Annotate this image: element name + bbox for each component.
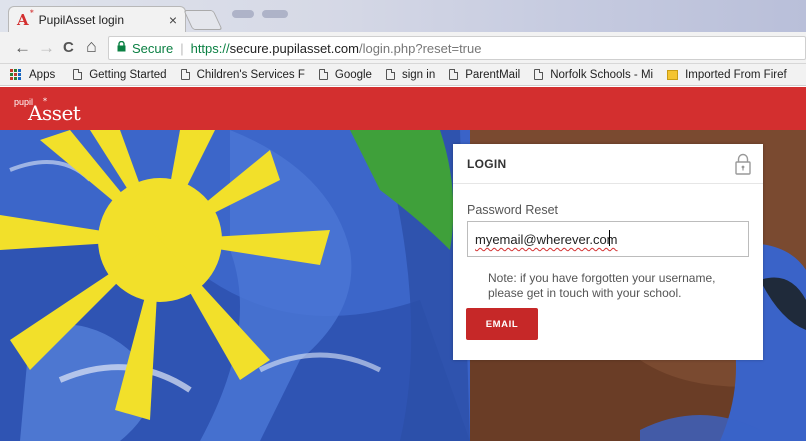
bookmark-sign-in[interactable]: sign in [385,68,436,81]
omnibox-separator: | [180,40,184,56]
blurred-tab-icon [262,10,288,18]
text-caret [609,230,610,246]
login-panel-header: LOGIN [453,144,763,184]
bookmark-childrens-services[interactable]: Children's Services F [180,68,305,81]
secure-lock-icon [117,40,126,55]
browser-toolbar: ← → C ⌂ Secure | https:// secure.pupilas… [0,32,806,64]
bookmark-norfolk-schools[interactable]: Norfolk Schools - Mi [534,69,653,81]
home-icon[interactable]: ⌂ [86,36,97,57]
site-header: pupil * Asset [0,87,806,130]
tab-title: PupilAsset login [38,12,125,27]
pupilasset-favicon-icon: A * [17,7,34,29]
url-path: /login.php?reset=true [358,40,482,56]
page-icon [318,69,328,80]
url-scheme: https:// [190,40,230,56]
padlock-icon [735,153,751,175]
browser-tab[interactable]: A * PupilAsset login × [8,6,186,32]
bookmark-google[interactable]: Google [318,68,372,81]
forward-arrow-icon[interactable]: → [38,38,55,58]
login-panel: LOGIN Password Reset myemail@wherever.co… [453,144,763,360]
page-icon [449,69,459,80]
forgot-username-note: Note: if you have forgotten your usernam… [488,271,716,300]
bookmark-label: sign in [401,68,436,81]
email-input-value: myemail@wherever.com [475,232,618,247]
email-button[interactable]: EMAIL [466,308,538,340]
back-arrow-icon[interactable]: ← [14,38,31,58]
bookmark-label: Apps [29,68,56,81]
page-icon [180,69,190,80]
bookmark-label: Google [334,68,372,81]
bookmarks-bar: Apps Getting Started Children's Services… [0,64,806,86]
new-tab-button[interactable] [183,10,223,30]
password-reset-label: Password Reset [467,203,559,217]
secure-label: Secure [132,40,174,56]
page-icon [73,69,83,80]
bookmark-label: Imported From Firef [685,68,787,81]
blurred-tab-icon [232,10,254,18]
bookmark-imported-folder[interactable]: Imported From Firef [667,69,787,81]
login-title: LOGIN [467,156,507,171]
address-bar[interactable]: Secure | https:// secure.pupilasset.com … [108,36,806,60]
bookmark-label: Children's Services F [196,68,305,81]
browser-tabstrip: A * PupilAsset login × [0,0,806,32]
folder-icon [667,69,679,80]
reload-icon[interactable]: C [63,39,74,56]
bookmark-label: Norfolk Schools - Mi [550,68,654,81]
apps-grid-icon [10,69,21,80]
tab-close-icon[interactable]: × [169,12,177,28]
logo-main-text: Asset [28,101,81,125]
bookmark-getting-started[interactable]: Getting Started [73,68,167,81]
bookmark-apps[interactable]: Apps [10,69,55,81]
page-icon [534,69,544,80]
bookmark-label: Getting Started [89,68,167,81]
bookmark-parentmail[interactable]: ParentMail [449,69,520,81]
page-icon [385,69,395,80]
url-host: secure.pupilasset.com [229,40,359,56]
bookmark-label: ParentMail [465,68,521,81]
